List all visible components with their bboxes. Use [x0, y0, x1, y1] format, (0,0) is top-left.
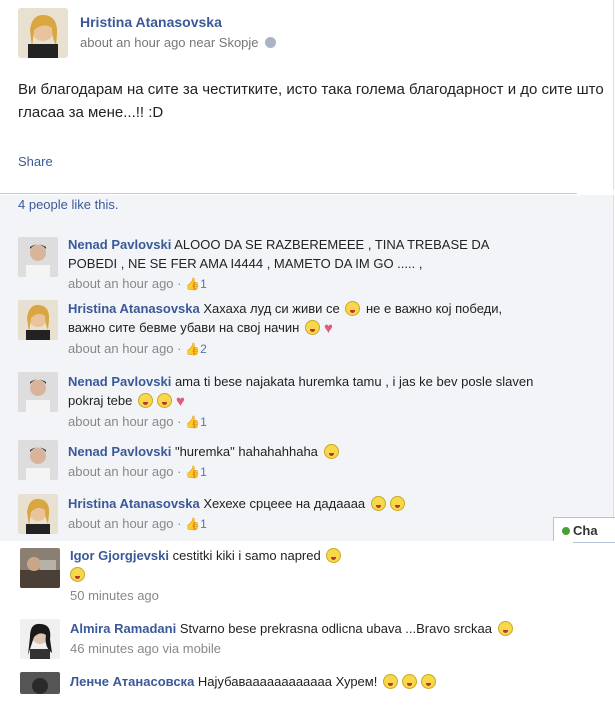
chat-label[interactable]: Cha	[573, 523, 598, 538]
commenter-avatar[interactable]	[18, 372, 58, 412]
commenter-avatar[interactable]	[18, 300, 58, 340]
commenter-avatar[interactable]	[18, 237, 58, 277]
like-thumb-icon[interactable]: 👍	[185, 463, 200, 482]
chat-status-icon	[562, 527, 570, 535]
commenter-avatar[interactable]	[18, 440, 58, 480]
smile-emoji-icon	[345, 301, 361, 316]
comment-like-count[interactable]: 1	[200, 515, 207, 534]
smile-emoji-icon	[326, 548, 342, 563]
commenter-avatar[interactable]	[20, 548, 60, 588]
tongue-emoji-icon	[382, 674, 398, 689]
like-thumb-icon[interactable]: 👍	[185, 413, 200, 432]
commenter-name[interactable]: Ленче Атанасовска	[70, 674, 194, 689]
tongue-emoji-icon	[323, 444, 339, 459]
grin-emoji-icon	[156, 393, 172, 408]
comment-time[interactable]: about an hour ago	[68, 516, 174, 531]
divider	[0, 193, 577, 194]
globe-icon	[264, 37, 276, 48]
post-timestamp[interactable]: about an hour ago near Skopje	[80, 35, 276, 50]
comment-text: Stvarno bese prekrasna odlicna ubava ...…	[179, 621, 492, 636]
commenter-name[interactable]: Almira Ramadani	[70, 621, 176, 636]
comment-time[interactable]: 50 minutes ago	[70, 588, 159, 603]
comment-text: cestitki kiki i samo napred	[172, 548, 321, 563]
comment-like-count[interactable]: 1	[200, 275, 207, 294]
comment-like-count[interactable]: 1	[200, 463, 207, 482]
comment-like-count[interactable]: 2	[200, 340, 207, 359]
post-author-name[interactable]: Hristina Atanasovska	[80, 14, 222, 30]
comment-time[interactable]: about an hour ago	[68, 414, 174, 429]
like-thumb-icon[interactable]: 👍	[185, 515, 200, 534]
comment-text: Хехехе срцеее на дадаааа	[203, 496, 366, 511]
commenter-avatar[interactable]	[18, 494, 58, 534]
tongue-emoji-icon	[401, 674, 417, 689]
share-link[interactable]: Share	[18, 154, 53, 169]
tongue-emoji-icon	[420, 674, 436, 689]
commenter-name[interactable]: Hristina Atanasovska	[68, 496, 200, 511]
tongue-emoji-icon	[389, 496, 405, 511]
like-thumb-icon[interactable]: 👍	[185, 275, 200, 294]
heart-icon: ♥	[323, 320, 333, 337]
commenter-name[interactable]: Nenad Pavlovski	[68, 444, 171, 459]
commenter-name[interactable]: Igor Gjorgjevski	[70, 548, 169, 563]
chat-tab[interactable]: Cha	[553, 517, 615, 543]
comment-text: Хахаха луд си живи се	[203, 301, 340, 316]
commenter-name[interactable]: Nenad Pavlovski	[68, 237, 171, 252]
likes-count-link[interactable]: 4 people like this.	[18, 197, 118, 212]
comment-time[interactable]: 46 minutes ago via mobile	[70, 641, 221, 656]
post-meta-text[interactable]: about an hour ago near Skopje	[80, 35, 259, 50]
tongue-emoji-icon	[70, 567, 85, 582]
tongue-emoji-icon	[497, 621, 513, 636]
comment-text: Најубаваааааааааааа Хурем!	[197, 674, 378, 689]
comment-time[interactable]: about an hour ago	[68, 341, 174, 356]
commenter-avatar[interactable]	[20, 619, 60, 659]
commenter-name[interactable]: Hristina Atanasovska	[68, 301, 200, 316]
post-text: Ви благодарам на сите за честитките, ист…	[18, 81, 604, 121]
blush-emoji-icon	[370, 496, 386, 511]
tongue-emoji-icon	[304, 320, 320, 335]
tongue-emoji-icon	[137, 393, 153, 408]
comment-time[interactable]: about an hour ago	[68, 276, 174, 291]
comment-time[interactable]: about an hour ago	[68, 464, 174, 479]
comment-text: "huremka" hahahahhaha	[174, 444, 318, 459]
comment-like-count[interactable]: 1	[200, 413, 207, 432]
post-card: Hristina Atanasovska about an hour ago n…	[0, 0, 614, 190]
commenter-avatar[interactable]	[20, 672, 60, 694]
heart-icon: ♥	[175, 393, 185, 410]
commenter-name[interactable]: Nenad Pavlovski	[68, 374, 171, 389]
like-thumb-icon[interactable]: 👍	[185, 340, 200, 359]
author-avatar[interactable]	[18, 8, 68, 58]
